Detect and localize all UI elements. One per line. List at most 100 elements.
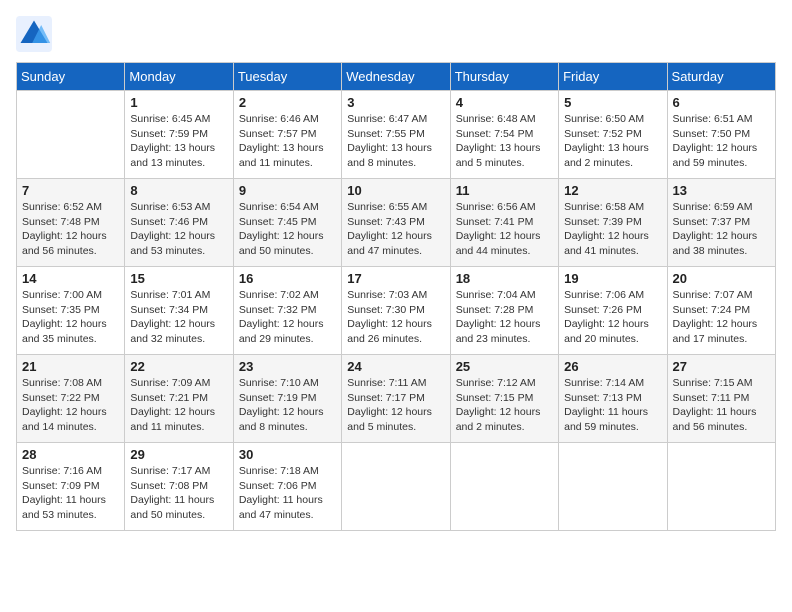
day-number: 13 [673, 183, 770, 198]
day-info: Sunrise: 7:11 AM Sunset: 7:17 PM Dayligh… [347, 376, 444, 435]
day-info: Sunrise: 7:09 AM Sunset: 7:21 PM Dayligh… [130, 376, 227, 435]
day-info: Sunrise: 7:03 AM Sunset: 7:30 PM Dayligh… [347, 288, 444, 347]
day-number: 17 [347, 271, 444, 286]
day-info: Sunrise: 6:53 AM Sunset: 7:46 PM Dayligh… [130, 200, 227, 259]
calendar-cell [342, 443, 450, 531]
weekday-header-friday: Friday [559, 63, 667, 91]
day-number: 15 [130, 271, 227, 286]
day-info: Sunrise: 7:07 AM Sunset: 7:24 PM Dayligh… [673, 288, 770, 347]
calendar-cell: 17 Sunrise: 7:03 AM Sunset: 7:30 PM Dayli… [342, 267, 450, 355]
calendar-cell: 19 Sunrise: 7:06 AM Sunset: 7:26 PM Dayli… [559, 267, 667, 355]
calendar-cell [450, 443, 558, 531]
day-info: Sunrise: 6:52 AM Sunset: 7:48 PM Dayligh… [22, 200, 119, 259]
calendar-cell: 2 Sunrise: 6:46 AM Sunset: 7:57 PM Daylig… [233, 91, 341, 179]
day-number: 3 [347, 95, 444, 110]
day-number: 20 [673, 271, 770, 286]
day-number: 6 [673, 95, 770, 110]
day-number: 2 [239, 95, 336, 110]
calendar-cell: 11Sunrise: 6:56 AM Sunset: 7:41 PM Dayli… [450, 179, 558, 267]
day-info: Sunrise: 6:54 AM Sunset: 7:45 PM Dayligh… [239, 200, 336, 259]
day-number: 19 [564, 271, 661, 286]
day-info: Sunrise: 6:59 AM Sunset: 7:37 PM Dayligh… [673, 200, 770, 259]
calendar-cell: 29 Sunrise: 7:17 AM Sunset: 7:08 PM Dayli… [125, 443, 233, 531]
calendar-cell: 30 Sunrise: 7:18 AM Sunset: 7:06 PM Dayli… [233, 443, 341, 531]
day-info: Sunrise: 6:56 AM Sunset: 7:41 PM Dayligh… [456, 200, 553, 259]
day-info: Sunrise: 7:06 AM Sunset: 7:26 PM Dayligh… [564, 288, 661, 347]
weekday-header-wednesday: Wednesday [342, 63, 450, 91]
calendar-cell: 10Sunrise: 6:55 AM Sunset: 7:43 PM Dayli… [342, 179, 450, 267]
day-number: 16 [239, 271, 336, 286]
calendar-cell: 8 Sunrise: 6:53 AM Sunset: 7:46 PM Daylig… [125, 179, 233, 267]
day-number: 22 [130, 359, 227, 374]
calendar-cell: 25Sunrise: 7:12 AM Sunset: 7:15 PM Dayli… [450, 355, 558, 443]
calendar-cell: 12 Sunrise: 6:58 AM Sunset: 7:39 PM Dayli… [559, 179, 667, 267]
logo [16, 16, 56, 52]
day-info: Sunrise: 6:48 AM Sunset: 7:54 PM Dayligh… [456, 112, 553, 171]
day-info: Sunrise: 6:55 AM Sunset: 7:43 PM Dayligh… [347, 200, 444, 259]
calendar-cell [17, 91, 125, 179]
day-info: Sunrise: 6:46 AM Sunset: 7:57 PM Dayligh… [239, 112, 336, 171]
calendar-cell: 15 Sunrise: 7:01 AM Sunset: 7:34 PM Dayli… [125, 267, 233, 355]
day-info: Sunrise: 7:02 AM Sunset: 7:32 PM Dayligh… [239, 288, 336, 347]
calendar-cell: 27Sunrise: 7:15 AM Sunset: 7:11 PM Dayli… [667, 355, 775, 443]
calendar-cell: 4 Sunrise: 6:48 AM Sunset: 7:54 PM Daylig… [450, 91, 558, 179]
calendar-cell: 14Sunrise: 7:00 AM Sunset: 7:35 PM Dayli… [17, 267, 125, 355]
weekday-header-thursday: Thursday [450, 63, 558, 91]
day-info: Sunrise: 7:04 AM Sunset: 7:28 PM Dayligh… [456, 288, 553, 347]
calendar-week-4: 21 Sunrise: 7:08 AM Sunset: 7:22 PM Dayli… [17, 355, 776, 443]
day-number: 18 [456, 271, 553, 286]
calendar-table: SundayMondayTuesdayWednesdayThursdayFrid… [16, 62, 776, 531]
logo-icon [16, 16, 52, 52]
day-info: Sunrise: 6:51 AM Sunset: 7:50 PM Dayligh… [673, 112, 770, 171]
calendar-cell: 28 Sunrise: 7:16 AM Sunset: 7:09 PM Dayli… [17, 443, 125, 531]
day-info: Sunrise: 6:47 AM Sunset: 7:55 PM Dayligh… [347, 112, 444, 171]
day-info: Sunrise: 7:01 AM Sunset: 7:34 PM Dayligh… [130, 288, 227, 347]
day-number: 21 [22, 359, 119, 374]
day-info: Sunrise: 7:16 AM Sunset: 7:09 PM Dayligh… [22, 464, 119, 523]
weekday-header-saturday: Saturday [667, 63, 775, 91]
day-info: Sunrise: 7:18 AM Sunset: 7:06 PM Dayligh… [239, 464, 336, 523]
calendar-cell: 13 Sunrise: 6:59 AM Sunset: 7:37 PM Dayli… [667, 179, 775, 267]
day-info: Sunrise: 7:00 AM Sunset: 7:35 PM Dayligh… [22, 288, 119, 347]
day-number: 23 [239, 359, 336, 374]
calendar-week-2: 7 Sunrise: 6:52 AM Sunset: 7:48 PM Daylig… [17, 179, 776, 267]
calendar-cell [667, 443, 775, 531]
calendar-cell: 20 Sunrise: 7:07 AM Sunset: 7:24 PM Dayli… [667, 267, 775, 355]
calendar-cell: 9 Sunrise: 6:54 AM Sunset: 7:45 PM Daylig… [233, 179, 341, 267]
calendar-week-3: 14Sunrise: 7:00 AM Sunset: 7:35 PM Dayli… [17, 267, 776, 355]
day-number: 1 [130, 95, 227, 110]
calendar-week-1: 1 Sunrise: 6:45 AM Sunset: 7:59 PM Daylig… [17, 91, 776, 179]
calendar-cell: 6 Sunrise: 6:51 AM Sunset: 7:50 PM Daylig… [667, 91, 775, 179]
day-info: Sunrise: 7:12 AM Sunset: 7:15 PM Dayligh… [456, 376, 553, 435]
calendar-cell: 16 Sunrise: 7:02 AM Sunset: 7:32 PM Dayli… [233, 267, 341, 355]
day-info: Sunrise: 6:50 AM Sunset: 7:52 PM Dayligh… [564, 112, 661, 171]
day-number: 12 [564, 183, 661, 198]
calendar-cell [559, 443, 667, 531]
calendar-cell: 1 Sunrise: 6:45 AM Sunset: 7:59 PM Daylig… [125, 91, 233, 179]
day-number: 27 [673, 359, 770, 374]
page-header [16, 16, 776, 52]
day-number: 9 [239, 183, 336, 198]
day-number: 7 [22, 183, 119, 198]
day-number: 4 [456, 95, 553, 110]
day-number: 8 [130, 183, 227, 198]
day-info: Sunrise: 6:58 AM Sunset: 7:39 PM Dayligh… [564, 200, 661, 259]
day-info: Sunrise: 7:14 AM Sunset: 7:13 PM Dayligh… [564, 376, 661, 435]
day-number: 28 [22, 447, 119, 462]
weekday-header-sunday: Sunday [17, 63, 125, 91]
calendar-cell: 26 Sunrise: 7:14 AM Sunset: 7:13 PM Dayli… [559, 355, 667, 443]
calendar-cell: 3 Sunrise: 6:47 AM Sunset: 7:55 PM Daylig… [342, 91, 450, 179]
day-info: Sunrise: 7:17 AM Sunset: 7:08 PM Dayligh… [130, 464, 227, 523]
day-info: Sunrise: 7:08 AM Sunset: 7:22 PM Dayligh… [22, 376, 119, 435]
day-number: 30 [239, 447, 336, 462]
weekday-header-tuesday: Tuesday [233, 63, 341, 91]
day-number: 29 [130, 447, 227, 462]
calendar-cell: 7 Sunrise: 6:52 AM Sunset: 7:48 PM Daylig… [17, 179, 125, 267]
calendar-cell: 18 Sunrise: 7:04 AM Sunset: 7:28 PM Dayli… [450, 267, 558, 355]
calendar-body: 1 Sunrise: 6:45 AM Sunset: 7:59 PM Daylig… [17, 91, 776, 531]
day-number: 26 [564, 359, 661, 374]
calendar-week-5: 28 Sunrise: 7:16 AM Sunset: 7:09 PM Dayli… [17, 443, 776, 531]
weekday-header-monday: Monday [125, 63, 233, 91]
day-info: Sunrise: 6:45 AM Sunset: 7:59 PM Dayligh… [130, 112, 227, 171]
weekday-header-row: SundayMondayTuesdayWednesdayThursdayFrid… [17, 63, 776, 91]
